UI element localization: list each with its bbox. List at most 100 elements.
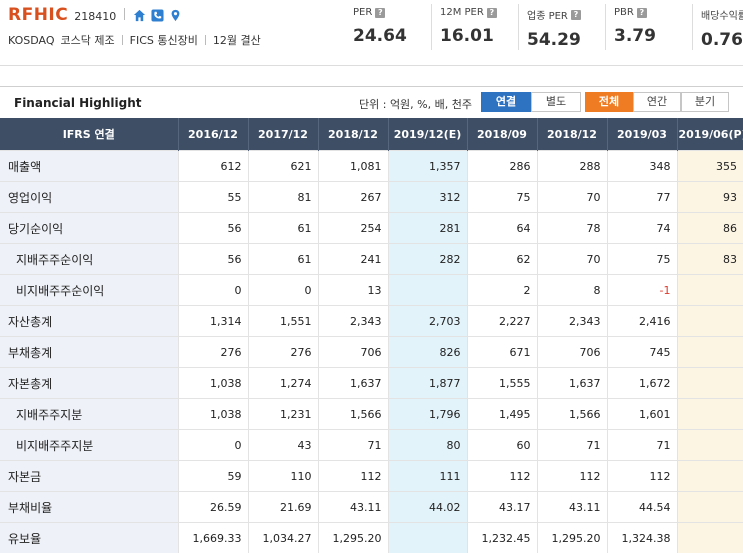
stock-summary-header: RFHIC 218410 KOSDAQ 코스닥 제조 FICS 통신장비 12월… <box>0 0 743 55</box>
table-cell: 1,601 <box>607 399 677 430</box>
company-brand: RFHIC 218410 <box>8 5 182 25</box>
row-label: 자본금 <box>0 461 178 492</box>
table-cell: 2,227 <box>467 306 537 337</box>
table-cell: 2,416 <box>607 306 677 337</box>
header-label: IFRS 연결 <box>0 118 178 151</box>
table-cell: 1,566 <box>537 399 607 430</box>
financial-table: IFRS 연결2016/122017/122018/122019/12(E)20… <box>0 118 743 553</box>
table-cell: 70 <box>537 182 607 213</box>
table-cell: 55 <box>178 182 248 213</box>
header-period: 2018/12 <box>537 118 607 151</box>
company-links <box>133 9 182 22</box>
table-row: 비지배주주순이익001328-1 <box>0 275 743 306</box>
metric-label: PBR? <box>614 7 692 18</box>
help-icon[interactable]: ? <box>375 8 385 18</box>
table-cell: 267 <box>318 182 388 213</box>
table-cell: 282 <box>388 244 467 275</box>
table-cell: 74 <box>607 213 677 244</box>
divider <box>0 65 743 66</box>
table-cell: 745 <box>607 337 677 368</box>
fics-label: FICS 통신장비 <box>130 32 198 48</box>
table-cell <box>677 368 743 399</box>
all-period-tab[interactable]: 전체 <box>585 92 633 112</box>
table-cell: 612 <box>178 151 248 182</box>
table-cell: 110 <box>248 461 318 492</box>
company-meta: KOSDAQ 코스닥 제조 FICS 통신장비 12월 결산 <box>8 32 261 48</box>
location-pin-icon[interactable] <box>169 9 182 22</box>
company-ticker: RFHIC <box>8 5 68 25</box>
table-cell: 1,038 <box>178 368 248 399</box>
table-cell: 1,555 <box>467 368 537 399</box>
table-cell: 112 <box>318 461 388 492</box>
table-cell: 111 <box>388 461 467 492</box>
table-cell <box>677 275 743 306</box>
metric-label: PER? <box>353 7 431 18</box>
divider <box>124 8 125 20</box>
annual-tab[interactable]: 연간 <box>633 92 681 112</box>
table-cell <box>388 275 467 306</box>
unit-label: 단위 : 억원, %, 배, 천주 <box>359 96 472 112</box>
table-cell: 241 <box>318 244 388 275</box>
table-cell: 0 <box>178 430 248 461</box>
help-icon[interactable]: ? <box>637 8 647 18</box>
table-cell: 2 <box>467 275 537 306</box>
table-cell: 0 <box>178 275 248 306</box>
table-row: 당기순이익566125428164787486 <box>0 213 743 244</box>
table-cell: 281 <box>388 213 467 244</box>
metric-value: 24.64 <box>353 26 431 46</box>
row-label: 지배주주지분 <box>0 399 178 430</box>
table-row: 자산총계1,3141,5512,3432,7032,2272,3432,416 <box>0 306 743 337</box>
row-label: 매출액 <box>0 151 178 182</box>
table-cell: 1,672 <box>607 368 677 399</box>
metric-label: 배당수익률? <box>701 7 743 22</box>
consolidated-tab[interactable]: 연결 <box>481 92 531 112</box>
row-label: 자본총계 <box>0 368 178 399</box>
company-code: 218410 <box>74 10 116 23</box>
help-icon[interactable]: ? <box>571 10 581 20</box>
divider <box>122 35 123 45</box>
table-cell: 83 <box>677 244 743 275</box>
table-cell: 81 <box>248 182 318 213</box>
fiscal-label: 12월 결산 <box>213 32 261 48</box>
metric-value: 0.76% <box>701 30 743 50</box>
quarterly-tab[interactable]: 분기 <box>681 92 729 112</box>
row-label: 유보율 <box>0 523 178 553</box>
separate-tab[interactable]: 별도 <box>531 92 581 112</box>
help-icon[interactable]: ? <box>487 8 497 18</box>
table-cell: 1,669.33 <box>178 523 248 553</box>
table-cell: 71 <box>537 430 607 461</box>
table-cell: 826 <box>388 337 467 368</box>
period-toggle: 전체 연간 분기 <box>585 92 729 112</box>
table-cell: 64 <box>467 213 537 244</box>
table-cell: 60 <box>467 430 537 461</box>
table-cell: -1 <box>607 275 677 306</box>
table-cell: 1,231 <box>248 399 318 430</box>
header-period: 2018/12 <box>318 118 388 151</box>
metric-value: 54.29 <box>527 30 605 50</box>
table-cell: 1,081 <box>318 151 388 182</box>
home-icon[interactable] <box>133 9 146 22</box>
table-cell: 0 <box>248 275 318 306</box>
table-cell: 1,232.45 <box>467 523 537 553</box>
table-cell: 80 <box>388 430 467 461</box>
table-cell: 1,034.27 <box>248 523 318 553</box>
table-cell: 21.69 <box>248 492 318 523</box>
table-cell: 312 <box>388 182 467 213</box>
metric-label: 업종 PER? <box>527 7 605 22</box>
row-label: 부채총계 <box>0 337 178 368</box>
phone-icon[interactable] <box>151 9 164 22</box>
table-row: 매출액6126211,0811,357286288348355 <box>0 151 743 182</box>
table-cell <box>677 461 743 492</box>
panel-title: Financial Highlight <box>14 96 142 110</box>
table-row: 지배주주순이익566124128262707583 <box>0 244 743 275</box>
table-cell: 44.02 <box>388 492 467 523</box>
table-cell: 1,295.20 <box>318 523 388 553</box>
row-label: 비지배주주순이익 <box>0 275 178 306</box>
metric-item: PER? 24.64 <box>345 4 431 50</box>
table-cell: 61 <box>248 244 318 275</box>
table-cell: 70 <box>537 244 607 275</box>
row-label: 비지배주주지분 <box>0 430 178 461</box>
table-cell: 13 <box>318 275 388 306</box>
table-cell: 26.59 <box>178 492 248 523</box>
table-cell: 1,566 <box>318 399 388 430</box>
